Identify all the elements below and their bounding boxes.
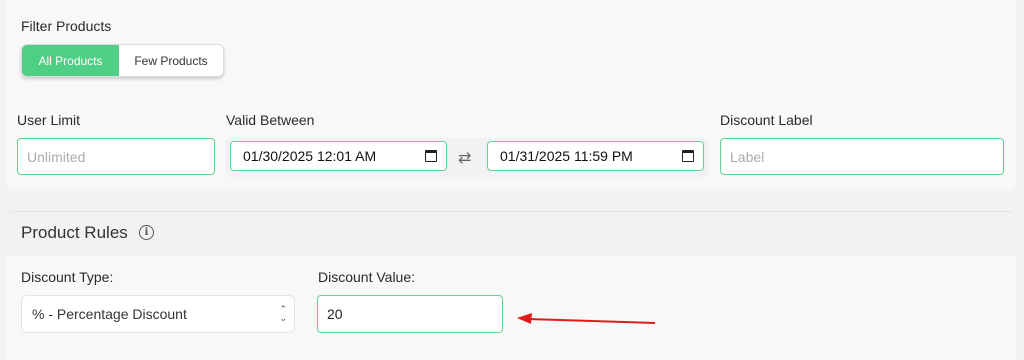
- annotation-arrow: [517, 313, 656, 324]
- annotation-arrow-head: [517, 313, 532, 324]
- annotation-arrow-line: [527, 318, 656, 324]
